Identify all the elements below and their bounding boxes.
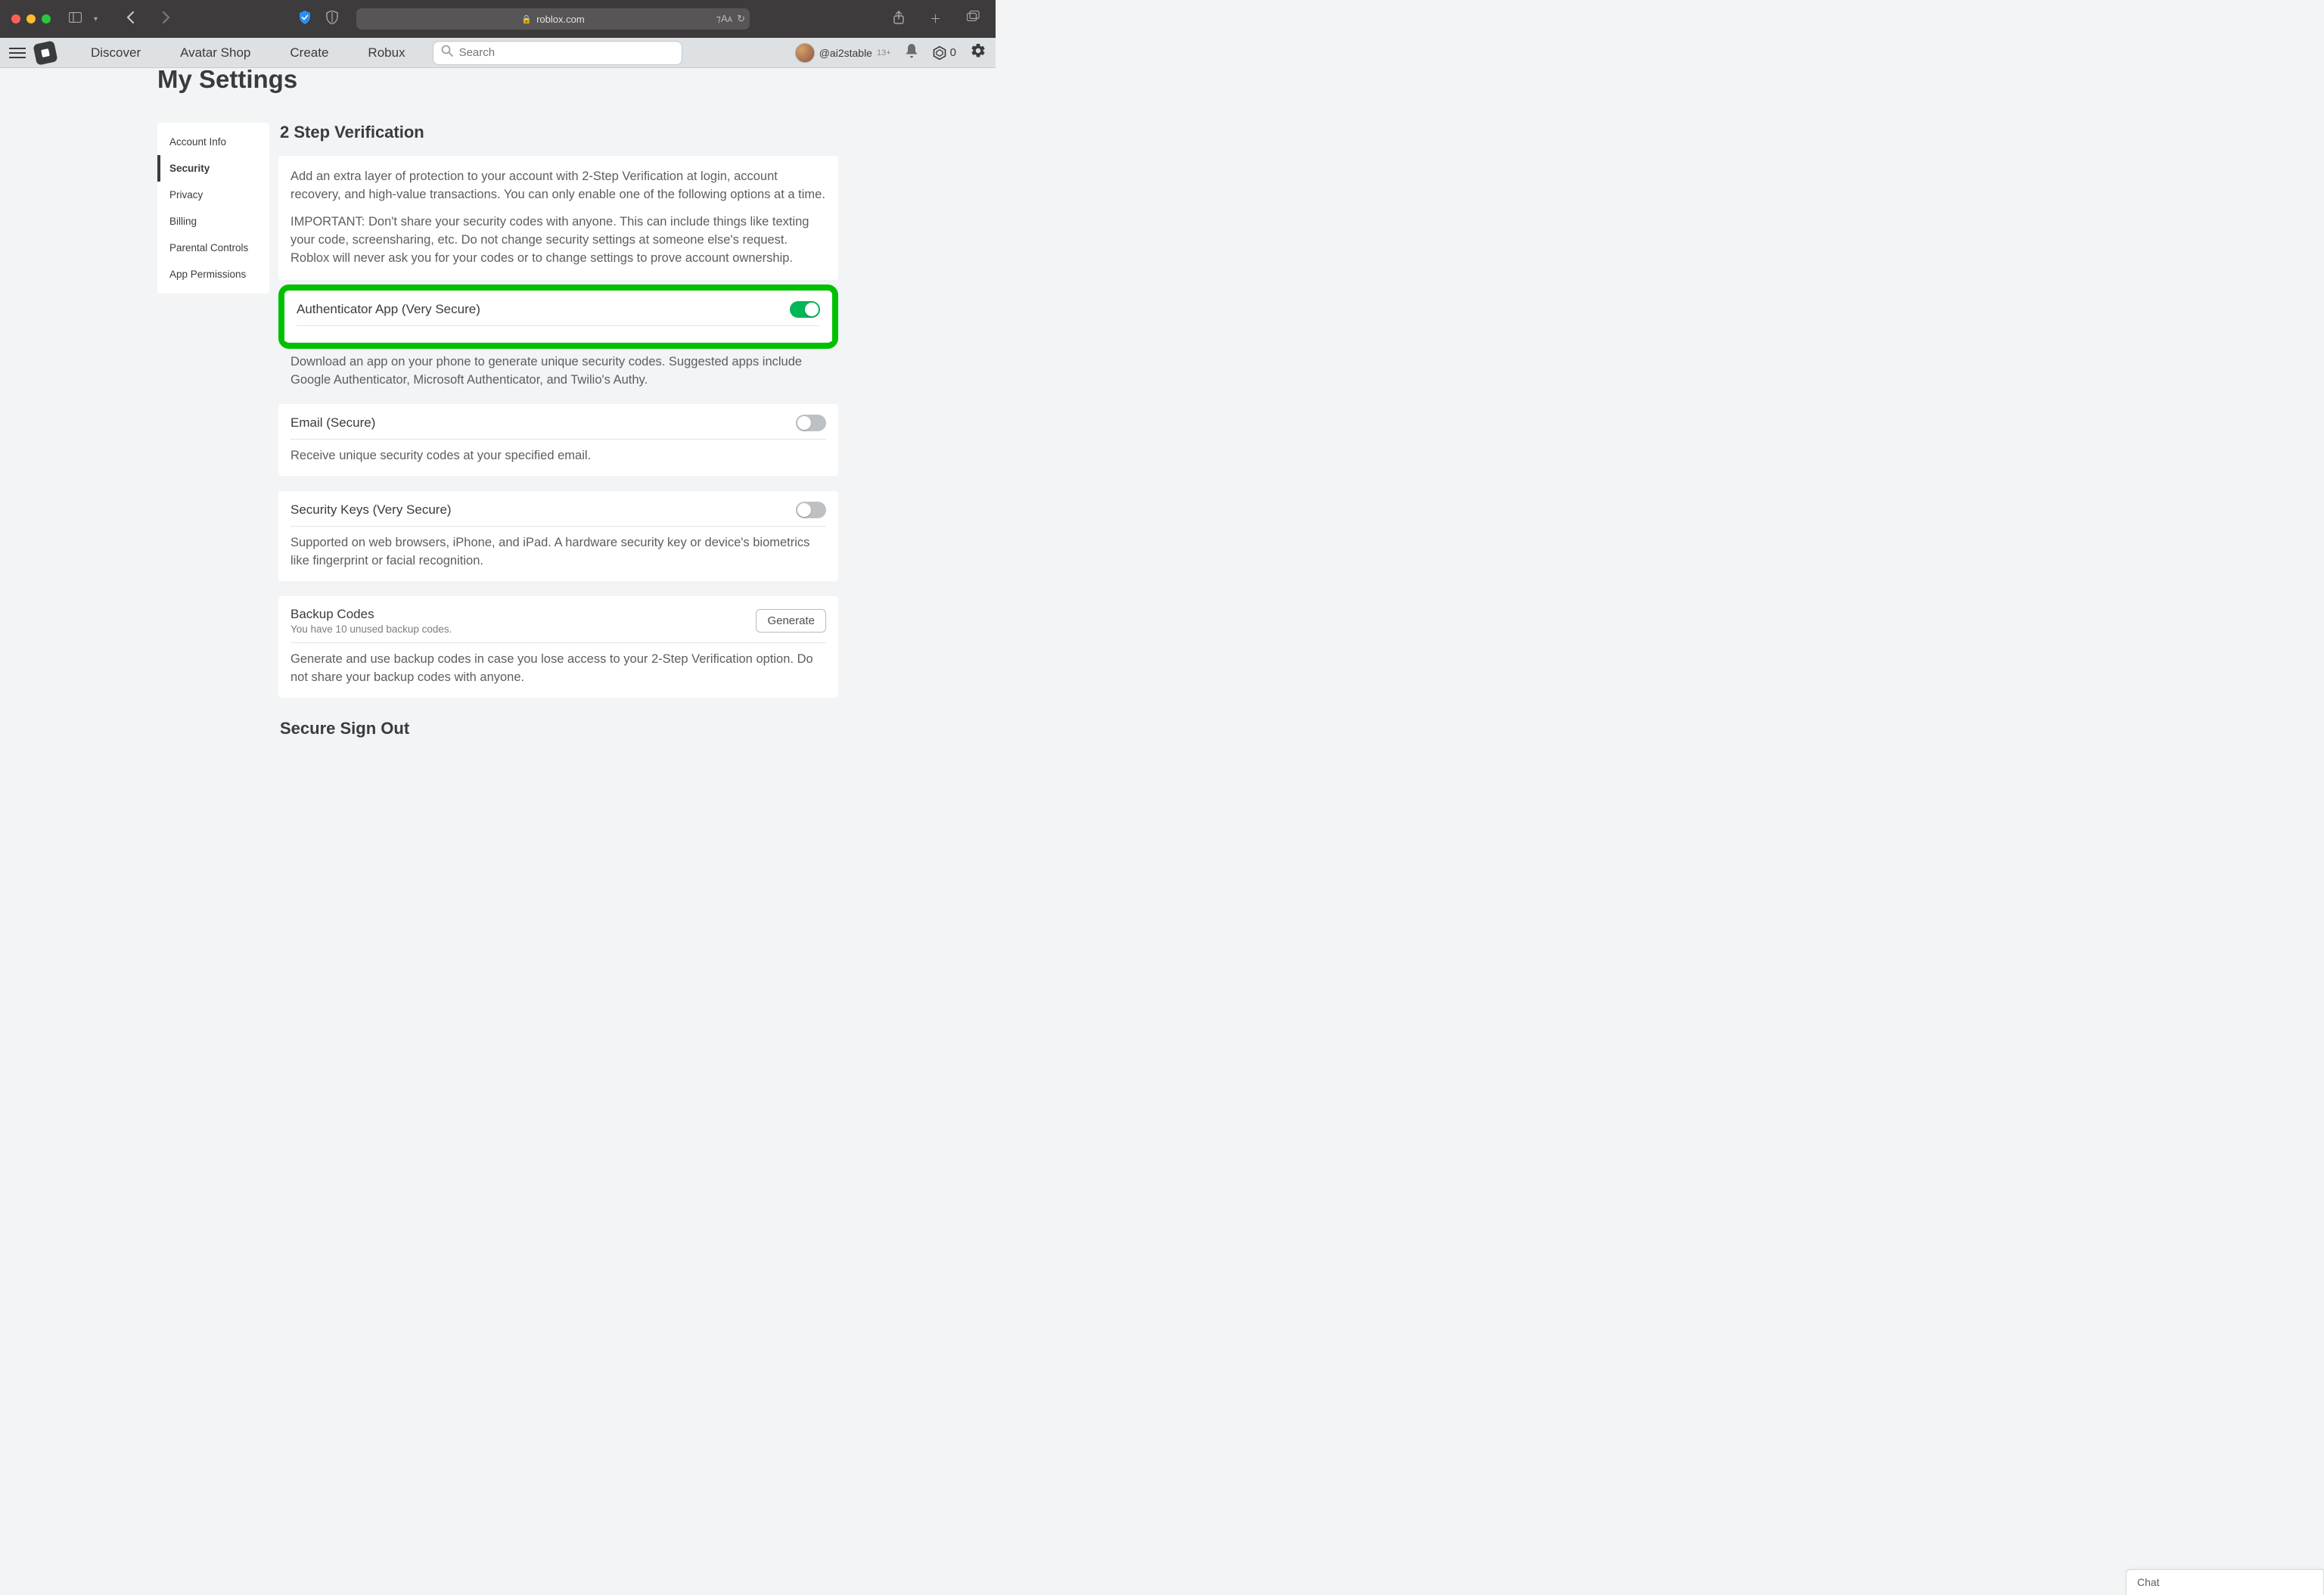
authenticator-toggle[interactable] — [790, 301, 820, 318]
sidebar-item-billing[interactable]: Billing — [157, 208, 269, 235]
chevron-down-icon[interactable]: ▾ — [89, 14, 102, 25]
section-heading-2sv: 2 Step Verification — [280, 123, 838, 142]
privacy-shield-icon[interactable] — [294, 9, 315, 29]
lock-icon: 🔒 — [521, 14, 532, 24]
maximize-window-button[interactable] — [42, 14, 51, 23]
divider — [297, 325, 820, 326]
intro-paragraph-1: Add an extra layer of protection to your… — [290, 168, 826, 204]
close-window-button[interactable] — [11, 14, 20, 23]
option-card-authenticator: Authenticator App (Very Secure) — [284, 291, 832, 341]
keys-desc: Supported on web browsers, iPhone, and i… — [290, 534, 826, 571]
sidebar-item-privacy[interactable]: Privacy — [157, 182, 269, 208]
url-host: roblox.com — [536, 14, 585, 25]
avatar-icon — [795, 43, 815, 63]
divider — [290, 642, 826, 643]
chat-bar[interactable]: Chat — [2126, 1569, 2324, 1595]
intro-paragraph-2: IMPORTANT: Don't share your security cod… — [290, 213, 826, 268]
settings-main: 2 Step Verification Add an extra layer o… — [278, 123, 838, 738]
user-chip[interactable]: @ai2stable 13+ — [795, 43, 891, 63]
divider — [290, 526, 826, 527]
authenticator-desc: Download an app on your phone to generat… — [278, 349, 838, 390]
page-title: My Settings — [157, 65, 838, 94]
settings-sidebar: Account Info Security Privacy Billing Pa… — [157, 123, 269, 294]
minimize-window-button[interactable] — [26, 14, 36, 23]
generate-button[interactable]: Generate — [756, 609, 826, 633]
settings-gear-icon[interactable] — [970, 42, 986, 63]
sidebar-item-app-permissions[interactable]: App Permissions — [157, 261, 269, 288]
back-button[interactable] — [122, 10, 140, 28]
sidebar-toggle-icon[interactable] — [64, 11, 86, 27]
keys-toggle[interactable] — [796, 502, 826, 518]
keys-title: Security Keys (Very Secure) — [290, 502, 452, 518]
search-box[interactable] — [433, 41, 682, 65]
sidebar-item-parental-controls[interactable]: Parental Controls — [157, 235, 269, 261]
email-toggle[interactable] — [796, 415, 826, 431]
new-tab-icon[interactable]: ＋ — [925, 9, 946, 29]
search-input[interactable] — [459, 46, 674, 59]
divider — [290, 439, 826, 440]
search-icon — [441, 45, 453, 61]
nav-create[interactable]: Create — [273, 45, 345, 61]
email-title: Email (Secure) — [290, 415, 375, 431]
chat-label: Chat — [2137, 1576, 2160, 1588]
menu-button[interactable] — [9, 48, 26, 58]
backup-title: Backup Codes — [290, 607, 452, 622]
shield-outline-icon[interactable] — [322, 9, 343, 29]
nav-robux[interactable]: Robux — [351, 45, 421, 61]
address-bar[interactable]: 🔒 roblox.com ⁊Aᴀ ↻ — [356, 8, 750, 30]
email-desc: Receive unique security codes at your sp… — [290, 447, 826, 465]
robux-balance[interactable]: 0 — [932, 45, 956, 61]
option-card-email: Email (Secure) Receive unique security c… — [278, 404, 838, 476]
forward-button[interactable] — [157, 10, 175, 28]
reload-icon[interactable]: ↻ — [737, 13, 745, 25]
translate-icon[interactable]: ⁊Aᴀ — [716, 13, 733, 25]
backup-subtitle: You have 10 unused backup codes. — [290, 623, 452, 635]
site-top-nav: Discover Avatar Shop Create Robux @ai2st… — [0, 38, 996, 68]
tab-overview-icon[interactable] — [962, 9, 984, 29]
option-card-security-keys: Security Keys (Very Secure) Supported on… — [278, 491, 838, 581]
highlighted-authenticator-row: Authenticator App (Very Secure) — [278, 284, 838, 349]
roblox-logo[interactable] — [33, 40, 57, 65]
intro-box: Add an extra layer of protection to your… — [278, 156, 838, 280]
browser-toolbar: ▾ 🔒 roblox.com ⁊Aᴀ ↻ ＋ — [0, 0, 996, 38]
section-heading-secure-signout: Secure Sign Out — [280, 719, 838, 738]
nav-discover[interactable]: Discover — [74, 45, 157, 61]
username-label: @ai2stable — [819, 47, 872, 59]
nav-avatar-shop[interactable]: Avatar Shop — [163, 45, 267, 61]
authenticator-title: Authenticator App (Very Secure) — [297, 302, 480, 317]
age-badge: 13+ — [877, 48, 891, 58]
backup-desc: Generate and use backup codes in case yo… — [290, 651, 826, 687]
option-card-backup-codes: Backup Codes You have 10 unused backup c… — [278, 596, 838, 698]
window-controls — [11, 14, 51, 23]
robux-icon — [932, 45, 947, 61]
sidebar-item-account-info[interactable]: Account Info — [157, 129, 269, 155]
share-icon[interactable] — [889, 9, 909, 29]
notifications-icon[interactable] — [905, 43, 918, 62]
robux-count: 0 — [950, 46, 956, 59]
sidebar-item-security[interactable]: Security — [157, 155, 269, 182]
